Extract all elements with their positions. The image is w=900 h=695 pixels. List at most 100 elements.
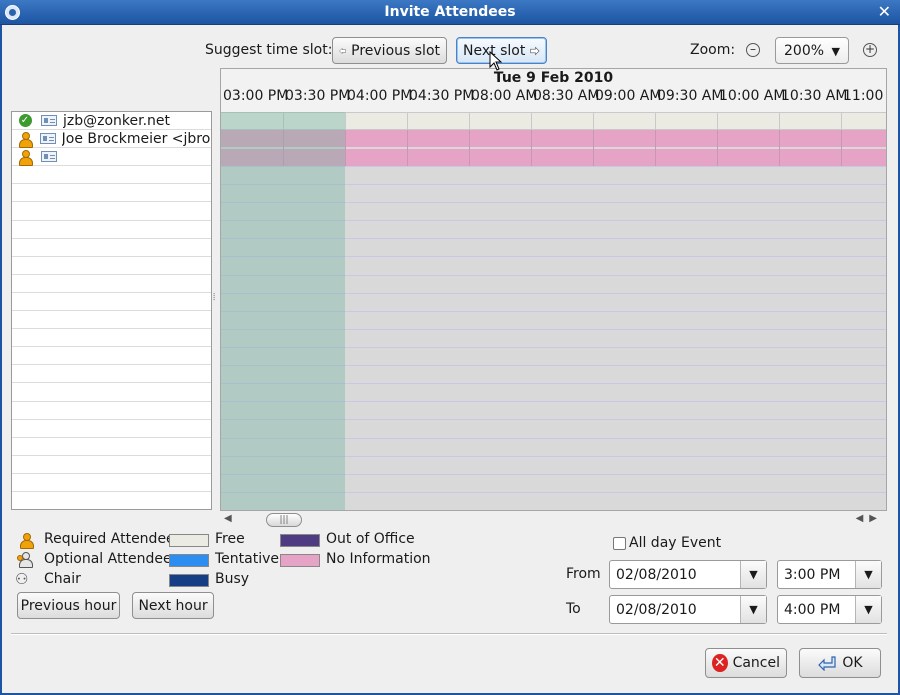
empty-attendee-row[interactable] [12,456,211,474]
timeline-header: Tue 9 Feb 2010 03:00 PM 03:30 PM 04:00 PM 0… [221,69,886,112]
previous-hour-button[interactable]: Previous hour [17,592,120,619]
empty-attendee-row[interactable] [12,438,211,456]
time-slot-label: 10:30 AM [781,88,848,104]
from-label: From [566,566,601,582]
all-day-label[interactable]: All day Event [629,535,721,551]
free-swatch [169,534,209,547]
scroll-right-icon[interactable]: ◀▶ [856,513,883,524]
all-day-checkbox[interactable] [613,537,626,550]
empty-attendee-row[interactable] [12,202,211,221]
chevron-down-icon[interactable]: ▼ [740,596,766,623]
slot-divider [531,130,532,166]
slot-divider [407,130,408,166]
attendee-row[interactable] [12,148,211,167]
slot-divider [841,112,842,130]
close-icon[interactable]: ✕ [878,2,891,21]
previous-slot-button[interactable]: Previous slot [332,37,447,64]
chevron-down-icon[interactable]: ▼ [740,561,766,588]
slot-divider [345,130,346,166]
zoom-select[interactable]: 200% ▼ [775,37,849,64]
attendee-row[interactable]: Joe Brockmeier <jbroc [12,130,211,149]
empty-attendee-row[interactable] [12,239,211,257]
from-time-value[interactable]: 3:00 PM [778,567,855,583]
empty-attendee-row[interactable] [12,184,211,203]
chevron-down-icon[interactable]: ▼ [855,596,881,623]
empty-attendee-row[interactable] [12,365,211,384]
to-label: To [566,601,581,617]
empty-attendee-row[interactable] [12,474,211,492]
busy-swatch [169,574,209,587]
slot-divider [469,112,470,130]
empty-attendee-row[interactable] [12,166,211,185]
time-slot-label: 08:30 AM [533,88,600,104]
empty-attendee-row[interactable] [12,347,211,366]
zoom-out-icon[interactable]: – [746,43,760,57]
empty-attendee-row[interactable] [12,329,211,348]
timeline-date: Tue 9 Feb 2010 [493,70,614,86]
out-of-office-swatch [280,534,320,547]
arrow-right-icon [530,46,540,55]
contact-card-icon[interactable] [41,115,57,127]
pane-splitter[interactable]: ⦙ [213,292,215,303]
to-date-picker[interactable]: 02/08/2010 ▼ [609,595,767,624]
window-title: Invite Attendees [384,4,516,20]
cancel-button[interactable]: ✕ Cancel [705,648,787,678]
empty-attendee-row[interactable] [12,257,211,275]
attendee-name[interactable]: jzb@zonker.net [63,113,170,129]
attendee-row[interactable]: ✓ jzb@zonker.net [12,112,211,131]
attendee-list[interactable]: ✓ jzb@zonker.net Joe Brockmeier <jbroc [11,111,212,510]
no-information-swatch [280,554,320,567]
attendee-name[interactable]: Joe Brockmeier <jbroc [62,131,211,147]
chevron-down-icon[interactable]: ▼ [855,561,881,588]
slot-divider [655,112,656,130]
next-hour-button[interactable]: Next hour [132,592,214,619]
slot-divider [469,130,470,166]
empty-attendee-row[interactable] [12,420,211,438]
empty-attendee-row[interactable] [12,492,211,509]
from-time-picker[interactable]: 3:00 PM ▼ [777,560,882,589]
contact-card-icon[interactable] [40,133,56,145]
slot-divider [531,112,532,130]
to-date-value[interactable]: 02/08/2010 [610,602,740,618]
ok-button[interactable]: OK [799,648,881,678]
empty-attendee-row[interactable] [12,311,211,330]
slot-divider [407,112,408,130]
legend-chair: Chair [44,571,81,587]
timeline-grid[interactable]: Tue 9 Feb 2010 03:00 PM 03:30 PM 04:00 PM 0… [220,68,887,511]
scroll-thumb[interactable]: ||| [266,513,302,527]
legend-out-of-office: Out of Office [326,531,415,547]
empty-attendee-row[interactable] [12,275,211,293]
time-slot-label: 08:00 AM [471,88,538,104]
time-slot-label: 04:00 PM [347,88,413,104]
legend-busy: Busy [215,571,250,587]
from-date-picker[interactable]: 02/08/2010 ▼ [609,560,767,589]
arrow-left-icon [339,47,346,54]
selected-time-range[interactable] [221,112,345,510]
time-slot-label: 11:00 A [843,88,886,104]
slot-divider [593,130,594,166]
required-attendee-icon [17,532,35,549]
to-time-picker[interactable]: 4:00 PM ▼ [777,595,882,624]
scroll-left-icon[interactable]: ◀ [224,513,232,524]
separator [11,633,887,634]
empty-attendee-row[interactable] [12,293,211,312]
cancel-icon: ✕ [712,654,728,672]
optional-attendee-icon [17,552,35,568]
tentative-swatch [169,554,209,567]
empty-attendee-row[interactable] [12,383,211,402]
timeline-scrollbar[interactable]: ◀ ||| ◀▶ [220,512,887,528]
next-hour-label: Next hour [138,597,208,614]
chevron-down-icon: ▼ [831,45,840,58]
slot-divider [779,112,780,130]
empty-attendee-row[interactable] [12,221,211,239]
to-time-value[interactable]: 4:00 PM [778,602,855,618]
slot-divider [717,130,718,166]
contact-card-icon[interactable] [41,151,57,163]
from-date-value[interactable]: 02/08/2010 [610,567,740,583]
zoom-in-icon[interactable]: + [863,43,877,57]
time-slot-label: 10:00 AM [719,88,786,104]
empty-attendee-row[interactable] [12,402,211,420]
row-gridline [221,510,886,511]
chair-icon: ⚇ [15,570,29,588]
slot-divider [717,112,718,130]
